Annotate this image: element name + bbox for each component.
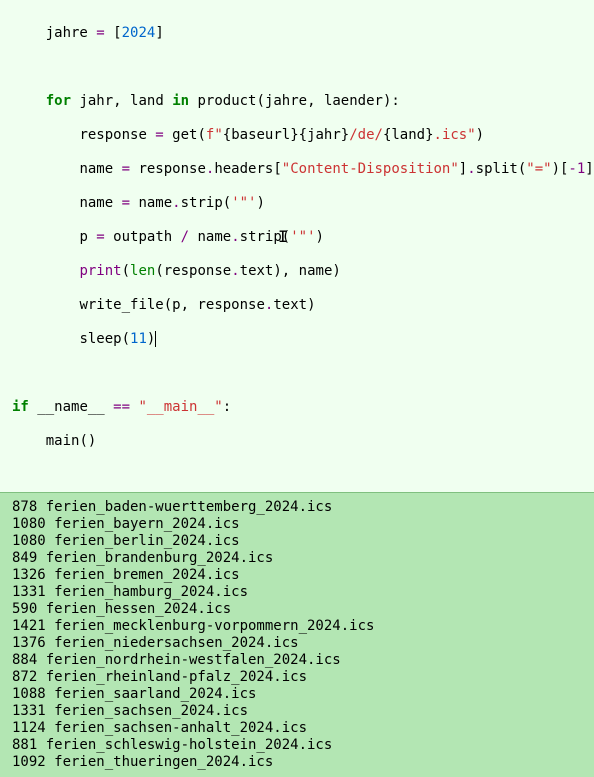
code-line: response = get(f"{baseurl}{jahr}/de/{lan…	[12, 127, 594, 144]
text-caret	[155, 331, 157, 347]
output-line: 872 ferien_rheinland-pfalz_2024.ics	[12, 669, 594, 686]
output-line: 1331 ferien_hamburg_2024.ics	[12, 584, 594, 601]
code-line: if __name__ == "__main__":	[12, 399, 594, 416]
code-line: write_file(p, response.text)	[12, 297, 594, 314]
code-line: sleep(11)	[12, 331, 594, 348]
output-line: 878 ferien_baden-wuerttemberg_2024.ics	[12, 499, 594, 516]
output-line: 1421 ferien_mecklenburg-vorpommern_2024.…	[12, 618, 594, 635]
code-line: jahre = [2024]	[12, 25, 594, 42]
code-line: print(len(response.text), name)	[12, 263, 594, 280]
output-line: 1376 ferien_niedersachsen_2024.ics	[12, 635, 594, 652]
code-line	[12, 59, 594, 76]
output-line: 849 ferien_brandenburg_2024.ics	[12, 550, 594, 567]
code-line: name = name.strip('"')	[12, 195, 594, 212]
code-line: for jahr, land in product(jahre, laender…	[12, 93, 594, 110]
output-line: 1092 ferien_thueringen_2024.ics	[12, 754, 594, 771]
code-line	[12, 365, 594, 382]
output-line: 590 ferien_hessen_2024.ics	[12, 601, 594, 618]
output-panel: 878 ferien_baden-wuerttemberg_2024.ics10…	[0, 492, 594, 777]
code-line: main()	[12, 433, 594, 450]
output-line: 1080 ferien_berlin_2024.ics	[12, 533, 594, 550]
output-line: 1124 ferien_sachsen-anhalt_2024.ics	[12, 720, 594, 737]
output-line: 1088 ferien_saarland_2024.ics	[12, 686, 594, 703]
output-line: 884 ferien_nordrhein-westfalen_2024.ics	[12, 652, 594, 669]
code-line: p = outpath / name.strip('"')	[12, 229, 594, 246]
output-line: 881 ferien_schleswig-holstein_2024.ics	[12, 737, 594, 754]
output-line: 1331 ferien_sachsen_2024.ics	[12, 703, 594, 720]
code-line: name = response.headers["Content-Disposi…	[12, 161, 594, 178]
output-line: 1326 ferien_bremen_2024.ics	[12, 567, 594, 584]
code-editor[interactable]: jahre = [2024] for jahr, land in product…	[0, 0, 594, 492]
output-line: 1080 ferien_bayern_2024.ics	[12, 516, 594, 533]
